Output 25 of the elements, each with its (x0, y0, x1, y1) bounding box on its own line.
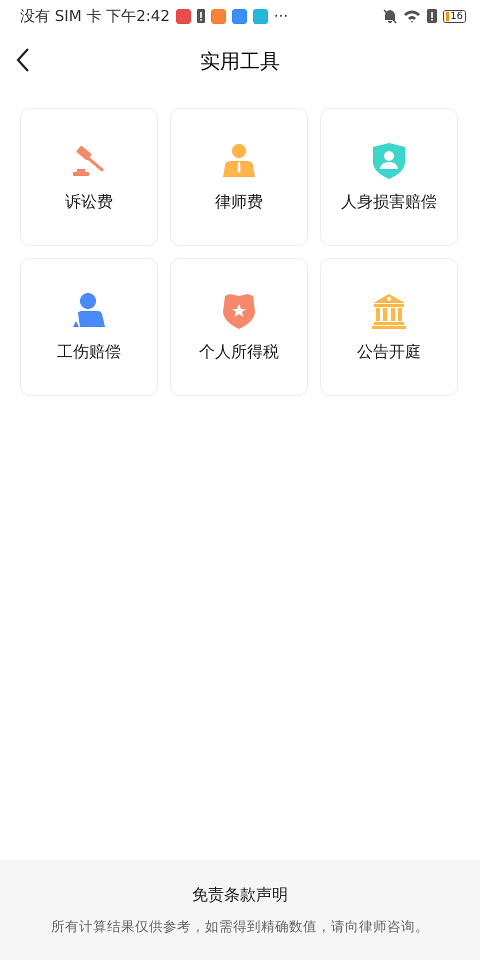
disclaimer-title: 免责条款声明 (192, 884, 288, 906)
tool-card[interactable]: 诉讼费 (20, 108, 158, 246)
tool-label: 公告开庭 (357, 342, 421, 362)
battery-indicator: 16 (443, 10, 466, 22)
tool-label: 工伤赔偿 (57, 342, 121, 362)
tool-label: 诉讼费 (65, 192, 113, 212)
wifi-icon (403, 9, 422, 23)
tool-card[interactable]: 公告开庭 (320, 258, 458, 396)
alert-icon (427, 9, 438, 23)
tool-card[interactable]: 个人所得税 (170, 258, 308, 396)
status-text: 没有 SIM 卡 下午2:42 (20, 6, 170, 26)
tool-label: 人身损害赔偿 (341, 192, 437, 212)
bell-muted-icon (383, 8, 398, 24)
tool-card[interactable]: 人身损害赔偿 (320, 108, 458, 246)
app-notification-icon (176, 8, 191, 24)
app-notification-icon (210, 8, 226, 24)
tool-label: 律师费 (215, 192, 263, 212)
more-notifications: ··· (274, 7, 288, 25)
tool-card[interactable]: 工伤赔偿 (20, 258, 158, 396)
disclaimer-text: 所有计算结果仅供参考，如需得到精确数值，请向律师咨询。 (51, 918, 429, 936)
tool-card[interactable]: 律师费 (170, 108, 308, 246)
page-title: 实用工具 (200, 48, 280, 74)
back-icon[interactable] (16, 47, 30, 73)
tool-label: 个人所得税 (199, 342, 279, 362)
battery-alert-icon (196, 9, 205, 23)
